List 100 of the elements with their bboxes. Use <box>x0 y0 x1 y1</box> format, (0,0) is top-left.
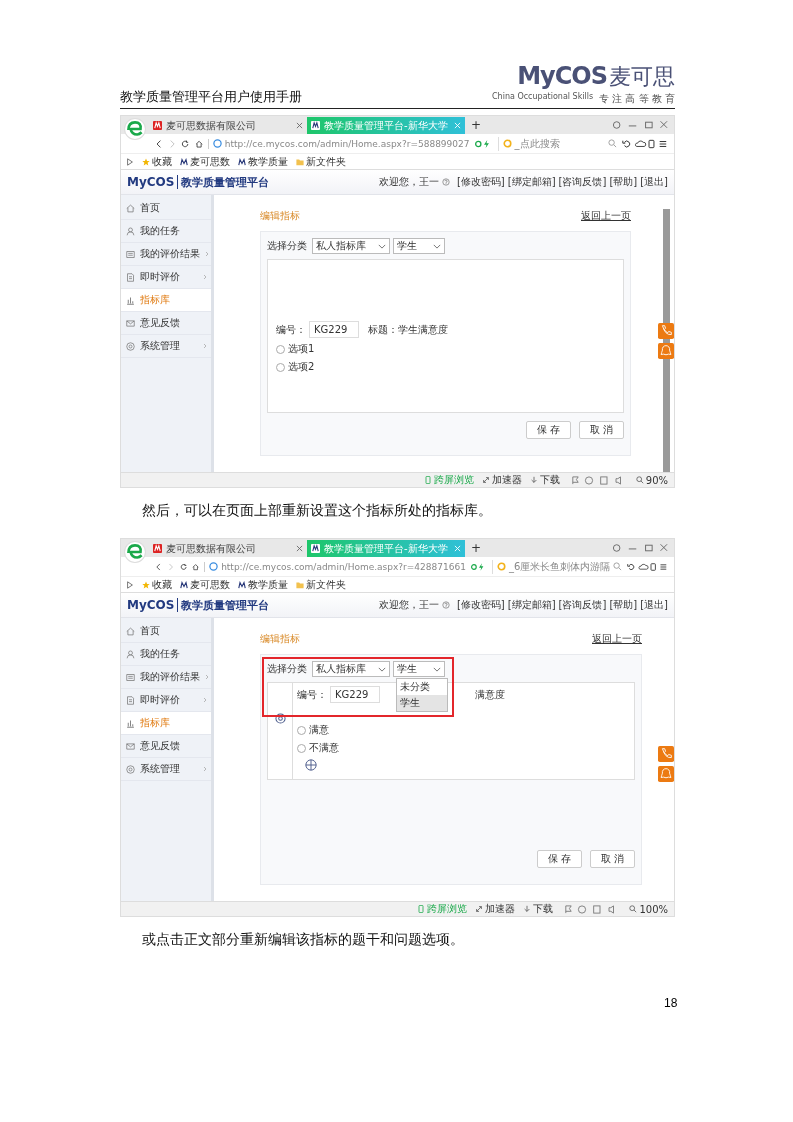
header-link[interactable]: [绑定邮箱] <box>507 175 556 189</box>
help-icon[interactable] <box>441 601 450 609</box>
window-controls-icon[interactable] <box>612 120 668 130</box>
favicon-icon <box>153 544 162 553</box>
category-select[interactable]: 学生 <box>393 661 445 677</box>
sidebar-item[interactable]: 我的任务 <box>121 643 211 666</box>
category-select[interactable]: 学生 <box>393 238 445 254</box>
sidebar-item[interactable]: 我的评价结果 <box>121 666 211 689</box>
scrollbar[interactable] <box>663 209 670 472</box>
toolbar-icons[interactable] <box>627 560 668 573</box>
search-engine-icon <box>502 139 512 148</box>
bookmark-item[interactable]: 收藏 <box>142 577 172 592</box>
sidebar-item[interactable]: 首页 <box>121 620 211 643</box>
status-item[interactable]: 下载 <box>529 473 560 487</box>
save-button[interactable]: 保 存 <box>536 850 582 868</box>
address-field[interactable]: http://ce.mycos.com/admin/Home.aspx?r=588899027 <box>207 138 470 149</box>
home-icon[interactable] <box>194 138 203 149</box>
window-controls-icon[interactable] <box>612 543 668 553</box>
chat-bubble-icon[interactable] <box>658 766 674 782</box>
sidebar-item[interactable]: 意见反馈 <box>121 735 211 758</box>
chevron-icon <box>203 274 207 280</box>
zoom-level[interactable]: 100% <box>629 903 668 915</box>
sidebar-item[interactable]: 系统管理 <box>121 758 211 781</box>
option-label[interactable]: 满意 <box>309 723 329 737</box>
magnifier-icon <box>635 476 644 484</box>
header-link[interactable]: [帮助] <box>609 598 638 612</box>
search-field[interactable]: _6厘米长鱼刺体内游隔 <box>491 559 623 574</box>
dropdown-option[interactable]: 未分类 <box>397 679 447 695</box>
bookmark-item[interactable]: 收藏 <box>142 154 172 169</box>
favicon-icon <box>153 121 162 130</box>
status-item[interactable]: 加速器 <box>481 473 522 487</box>
reload-icon[interactable] <box>179 561 187 572</box>
sidebar-item[interactable]: 意见反馈 <box>121 312 211 335</box>
header-link[interactable]: [绑定邮箱] <box>507 598 556 612</box>
sidebar-item[interactable]: 首页 <box>121 197 211 220</box>
option-label[interactable]: 不满意 <box>309 741 339 755</box>
header-link[interactable]: [退出] <box>640 175 668 189</box>
header-link[interactable]: [咨询反馈] <box>558 598 607 612</box>
header-link[interactable]: [修改密码] <box>456 175 505 189</box>
sidebar-item[interactable]: 系统管理 <box>121 335 211 358</box>
question-title[interactable]: 满意度 <box>475 687 505 702</box>
close-icon[interactable] <box>296 545 303 552</box>
status-item[interactable]: 下载 <box>523 902 554 916</box>
home-icon[interactable] <box>191 561 200 572</box>
category-select[interactable]: 私人指标库 <box>312 661 390 677</box>
bookmark-item[interactable]: 麦可思数 <box>180 577 230 592</box>
code-field[interactable]: KG229 <box>330 686 380 703</box>
code-field[interactable]: KG229 <box>309 321 359 338</box>
sidebar-item[interactable]: 我的任务 <box>121 220 211 243</box>
bookmark-item[interactable]: 麦可思数 <box>180 154 230 169</box>
status-item[interactable]: 加速器 <box>475 902 516 916</box>
chat-bubble-icon[interactable] <box>658 343 674 359</box>
header-link[interactable]: [修改密码] <box>456 598 505 612</box>
caret-icon <box>378 243 386 249</box>
back-icon[interactable] <box>155 561 163 572</box>
settings-icon[interactable] <box>274 713 286 724</box>
search-engine-icon <box>496 562 506 571</box>
address-field[interactable]: http://ce.mycos.com/admin/Home.aspx?r=428871661 <box>204 561 466 572</box>
new-tab-button[interactable]: + <box>465 540 488 557</box>
option-label[interactable]: 选项1 <box>288 342 315 356</box>
sidebar-toggle-icon[interactable] <box>126 580 134 589</box>
site-icon <box>180 157 188 166</box>
bookmark-item[interactable]: 新文件夹 <box>296 577 346 592</box>
option-label[interactable]: 选项2 <box>288 360 315 374</box>
search-field[interactable]: _点此搜索 <box>497 136 618 151</box>
folder-icon <box>296 157 304 166</box>
person-icon <box>126 226 135 236</box>
close-icon[interactable] <box>296 122 303 129</box>
header-link[interactable]: [咨询反馈] <box>558 175 607 189</box>
zoom-level[interactable]: 90% <box>635 474 668 486</box>
bookmark-item[interactable]: 教学质量 <box>238 577 288 592</box>
header-link[interactable]: [帮助] <box>609 175 638 189</box>
phone-icon[interactable] <box>658 323 674 339</box>
question-title[interactable]: 标题：学生满意度 <box>368 322 448 337</box>
add-icon[interactable] <box>305 759 317 771</box>
help-icon[interactable] <box>441 178 450 186</box>
cancel-button[interactable]: 取 消 <box>578 421 624 439</box>
cancel-button[interactable]: 取 消 <box>589 850 635 868</box>
code-label: 编号： <box>276 322 306 337</box>
logo-slogan: 专 注 高 等 教 育 <box>599 92 675 106</box>
chevron-icon <box>203 766 207 772</box>
save-button[interactable]: 保 存 <box>525 421 571 439</box>
new-tab-button[interactable]: + <box>465 117 488 134</box>
bookmark-item[interactable]: 新文件夹 <box>296 154 346 169</box>
search-icon[interactable] <box>613 562 623 571</box>
mail-icon <box>126 318 135 328</box>
search-icon[interactable] <box>608 139 618 148</box>
phone-icon[interactable] <box>658 746 674 762</box>
category-select[interactable]: 私人指标库 <box>312 238 390 254</box>
dropdown-option[interactable]: 学生 <box>397 695 447 711</box>
phone-icon <box>423 476 432 484</box>
bookmark-item[interactable]: 教学质量 <box>238 154 288 169</box>
sidebar-item[interactable]: 我的评价结果 <box>121 243 211 266</box>
header-link[interactable]: [退出] <box>640 598 668 612</box>
back-link[interactable]: 返回上一页 <box>592 632 642 646</box>
reload-icon[interactable] <box>181 138 190 149</box>
sidebar-toggle-icon[interactable] <box>126 157 134 166</box>
back-link[interactable]: 返回上一页 <box>581 209 631 223</box>
list-icon <box>126 672 135 682</box>
toolbar-icons[interactable] <box>622 137 668 150</box>
